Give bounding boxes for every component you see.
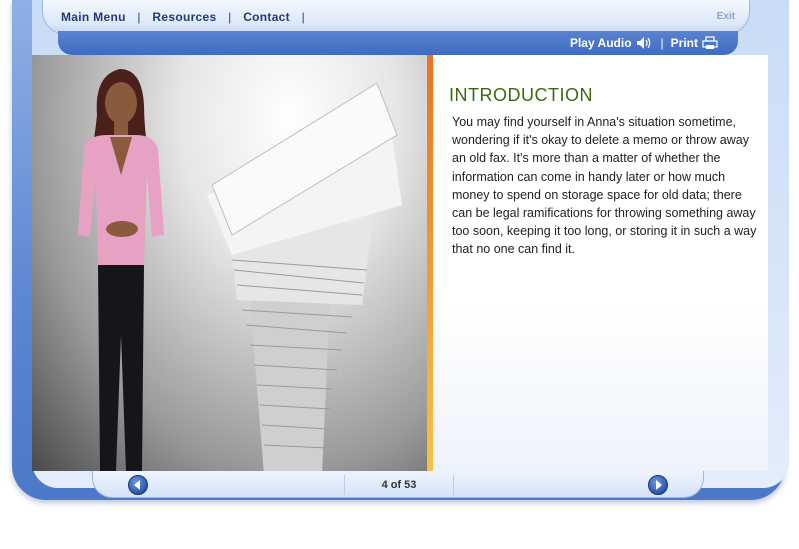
arrow-left-icon [134, 480, 140, 490]
print-button[interactable]: Print [671, 36, 718, 50]
page-counter: 4 of 53 [344, 475, 454, 495]
main-menu-link[interactable]: Main Menu [61, 10, 126, 24]
exit-link[interactable]: Exit [717, 11, 735, 22]
nav-separator: | [301, 10, 306, 24]
resources-link[interactable]: Resources [152, 10, 216, 24]
nav-separator: | [137, 10, 141, 24]
previous-page-button[interactable] [128, 475, 148, 495]
section-heading: INTRODUCTION [449, 85, 593, 105]
text-pane: INTRODUCTION You may find yourself in An… [433, 55, 768, 471]
lesson-photo [32, 55, 427, 471]
sub-toolbar: Play Audio | Print [58, 31, 738, 55]
play-audio-label: Play Audio [569, 36, 632, 50]
presenter-figure [78, 69, 164, 471]
print-label: Print [670, 36, 698, 50]
toolbar-separator: | [660, 36, 664, 50]
arrow-right-icon [656, 480, 662, 490]
contact-link[interactable]: Contact [243, 10, 290, 24]
next-page-button[interactable] [648, 475, 668, 495]
content-area: INTRODUCTION You may find yourself in An… [32, 55, 768, 471]
speaker-icon [636, 36, 654, 50]
photo-illustration [78, 69, 402, 471]
play-audio-button[interactable]: Play Audio [570, 36, 654, 50]
nav-separator: | [228, 10, 232, 24]
main-nav: Main Menu | Resources | Contact | [61, 10, 313, 24]
intro-paragraph: You may find yourself in Anna's situatio… [452, 115, 757, 257]
paper-stack-image [207, 82, 402, 471]
printer-icon [702, 36, 718, 50]
toolbar-items: Play Audio | Print [570, 36, 718, 50]
top-navigation-bar: Main Menu | Resources | Contact | Exit [42, 0, 750, 35]
